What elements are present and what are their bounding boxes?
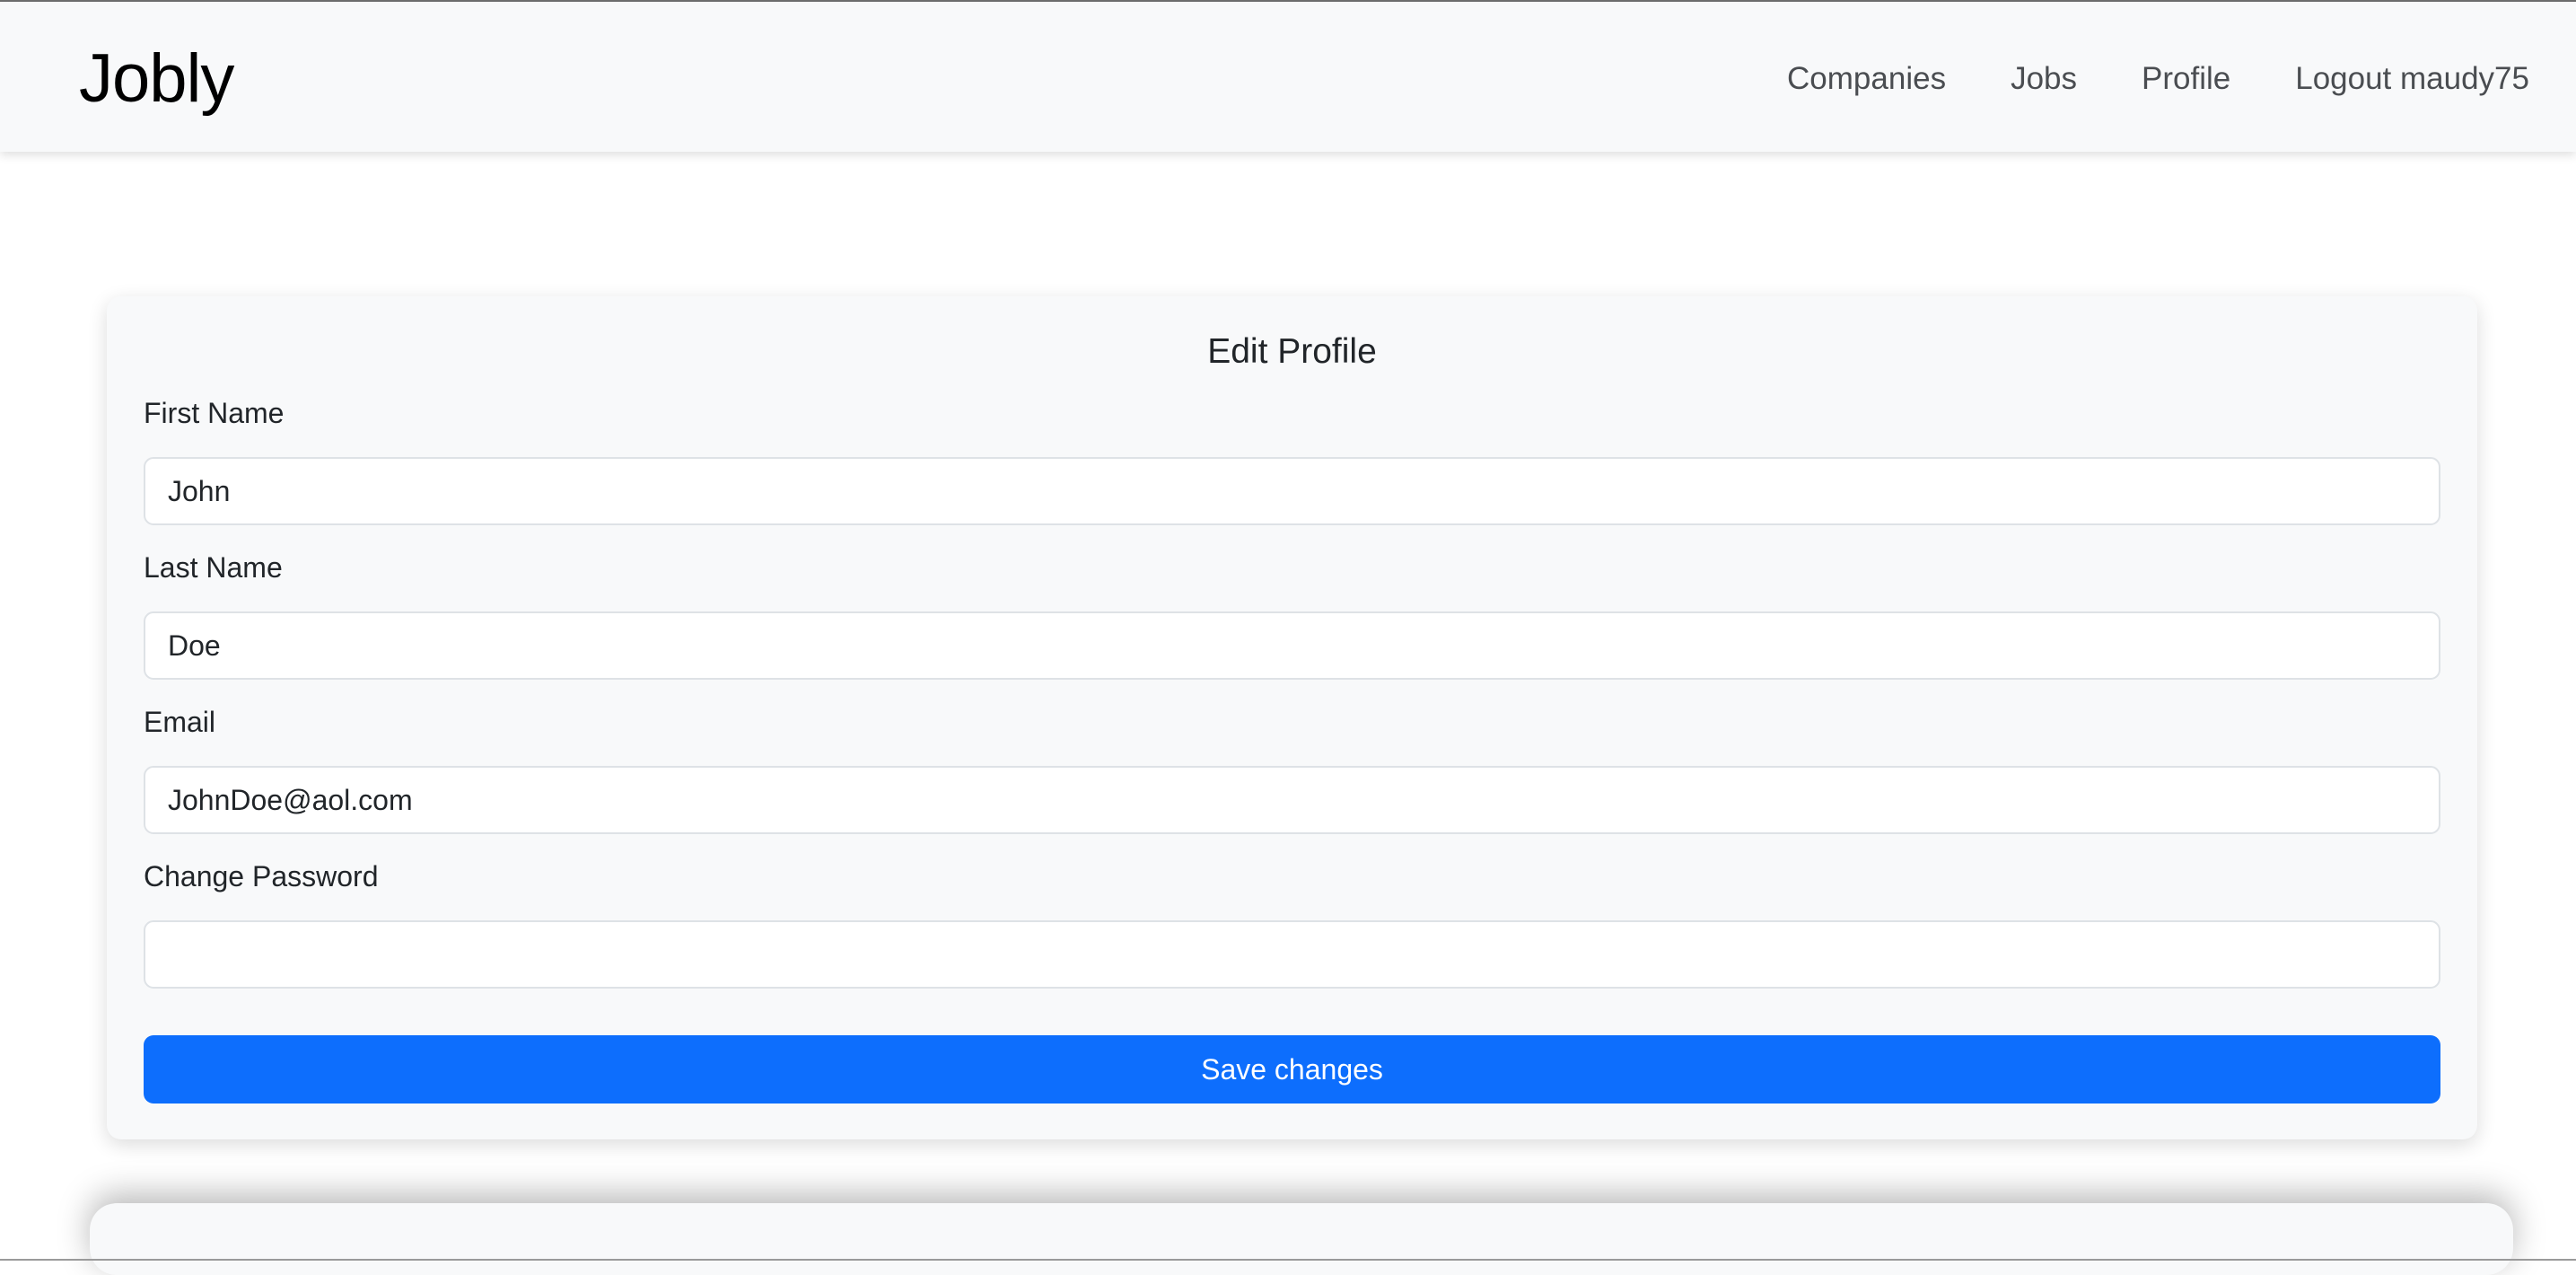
email-label: Email — [144, 706, 216, 738]
last-name-label: Last Name — [144, 551, 283, 584]
password-label: Change Password — [144, 860, 379, 892]
nav-links: Companies Jobs Profile Logout maudy75 — [1722, 54, 2529, 104]
password-group: Change Password — [144, 857, 2440, 989]
edit-profile-card: Edit Profile First Name Last Name Email … — [107, 296, 2477, 1139]
first-name-label: First Name — [144, 397, 285, 429]
save-changes-button[interactable]: Save changes — [144, 1035, 2440, 1104]
brand-logo-link[interactable]: Jobly — [79, 36, 234, 122]
card-title: Edit Profile — [1207, 332, 1377, 371]
last-name-group: Last Name — [144, 548, 2440, 680]
last-name-input[interactable] — [144, 611, 2440, 680]
first-name-input[interactable] — [144, 457, 2440, 525]
nav-link-logout[interactable]: Logout maudy75 — [2295, 54, 2529, 104]
email-input[interactable] — [144, 766, 2440, 834]
email-group: Email — [144, 702, 2440, 834]
nav-link-jobs[interactable]: Jobs — [2011, 54, 2077, 104]
next-card-edge — [90, 1203, 2513, 1275]
navbar: Jobly Companies Jobs Profile Logout maud… — [0, 0, 2576, 152]
nav-link-profile[interactable]: Profile — [2142, 54, 2230, 104]
first-name-group: First Name — [144, 393, 2440, 525]
password-input[interactable] — [144, 920, 2440, 989]
nav-link-companies[interactable]: Companies — [1787, 54, 1946, 104]
